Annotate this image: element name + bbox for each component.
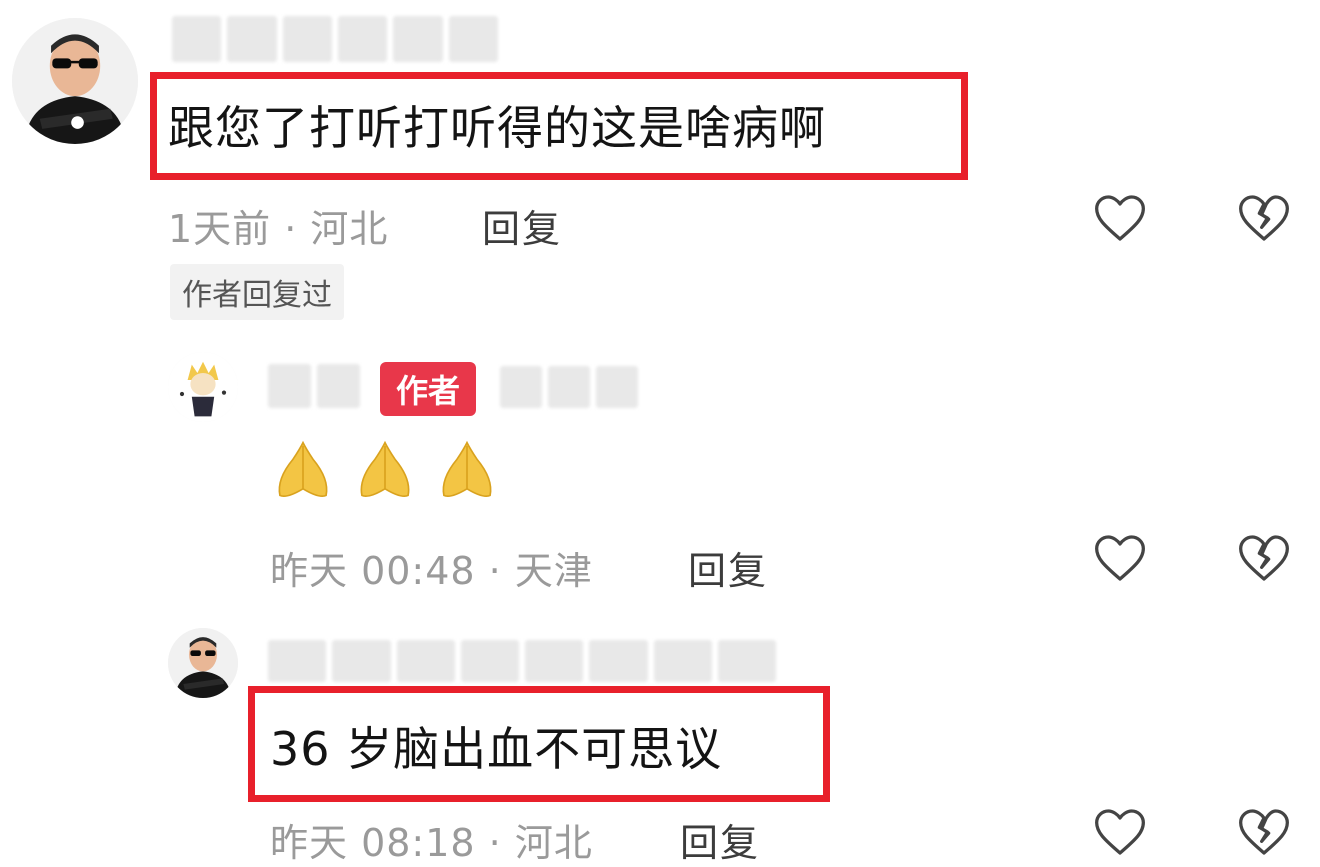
heart-icon[interactable] — [1092, 804, 1148, 860]
comment-meta: 昨天 08:18 · 河北 — [270, 821, 593, 865]
reply-button[interactable]: 回复 — [482, 198, 562, 253]
broken-heart-icon[interactable] — [1236, 190, 1292, 246]
author-badge: 作者 — [380, 362, 477, 416]
reply-button[interactable]: 回复 — [688, 540, 768, 595]
author-avatar[interactable] — [168, 352, 238, 422]
broken-heart-icon[interactable] — [1236, 804, 1292, 860]
pray-emoji — [352, 436, 418, 502]
comment-meta: 1天前 · 河北 — [168, 207, 389, 251]
commenter-username-blurred[interactable] — [172, 16, 498, 62]
reply-meta: 昨天 00:48 · 天津 — [270, 549, 593, 593]
reply-button[interactable]: 回复 — [680, 812, 760, 867]
broken-heart-icon[interactable] — [1236, 530, 1292, 586]
author-username-blurred[interactable] — [268, 364, 360, 408]
commenter-avatar[interactable] — [168, 628, 238, 698]
heart-icon[interactable] — [1092, 190, 1148, 246]
heart-icon[interactable] — [1092, 530, 1148, 586]
author-replied-tag: 作者回复过 — [170, 264, 344, 320]
author-extra-blurred — [500, 366, 638, 408]
pray-emoji — [270, 436, 336, 502]
comment-text: 36 岁脑出血不可思议 — [270, 722, 723, 776]
commenter-avatar[interactable] — [12, 18, 138, 144]
pray-emoji — [434, 436, 500, 502]
commenter-username-blurred[interactable] — [268, 640, 776, 682]
comment-text: 跟您了打听打听得的这是啥病啊 — [168, 101, 826, 155]
